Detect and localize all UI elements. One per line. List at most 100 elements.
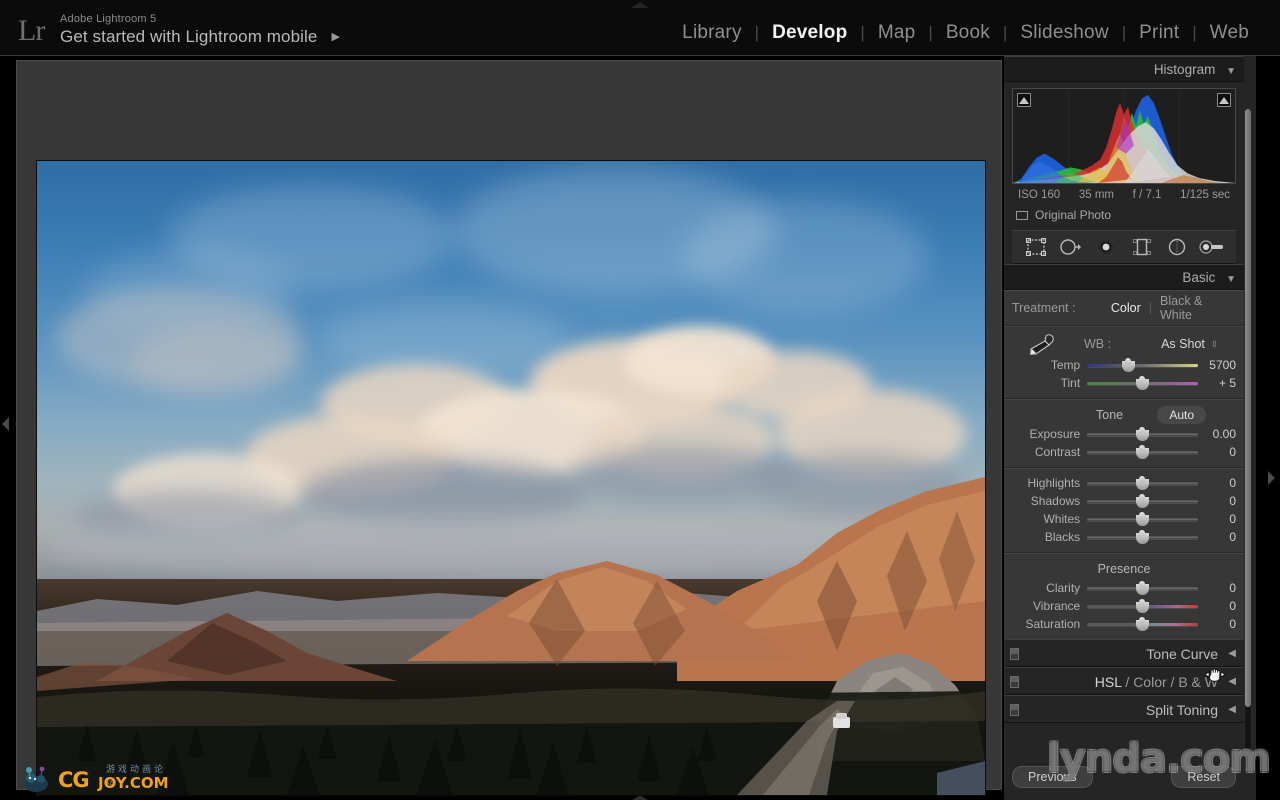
slider-track[interactable] <box>1087 617 1198 631</box>
chevron-left-icon[interactable]: ◀ <box>1228 696 1236 724</box>
scrollbar-thumb[interactable] <box>1245 109 1251 707</box>
slider-handle[interactable] <box>1135 581 1149 595</box>
presence-title: Presence <box>1097 562 1151 576</box>
treatment-option-color[interactable]: Color <box>1103 301 1149 315</box>
slider-saturation[interactable]: Saturation 0 <box>1004 615 1244 633</box>
histogram-panel-header[interactable]: Histogram ▼ <box>1004 56 1244 82</box>
chevron-left-icon[interactable]: ◀ <box>1228 668 1236 696</box>
panel-switch-icon[interactable] <box>1010 704 1019 716</box>
reset-button[interactable]: Reset <box>1171 766 1236 788</box>
red-eye-correction-icon[interactable] <box>1091 234 1121 260</box>
slider-value[interactable]: 0 <box>1198 581 1236 595</box>
slider-value[interactable]: 0 <box>1198 512 1236 526</box>
wb-spinner-icon[interactable]: ⇳ <box>1211 339 1219 349</box>
slider-value[interactable]: 0.00 <box>1198 427 1236 441</box>
slider-whites[interactable]: Whites 0 <box>1004 510 1244 528</box>
activity-title-row[interactable]: Get started with Lightroom mobile ▶ <box>60 26 340 48</box>
wb-value[interactable]: As Shot <box>1161 337 1205 351</box>
slider-value[interactable]: + 5 <box>1198 376 1236 390</box>
shadow-clipping-indicator[interactable] <box>1017 93 1031 107</box>
slider-track[interactable] <box>1087 445 1198 459</box>
module-library[interactable]: Library <box>669 22 754 44</box>
tone-curve-title: Tone Curve <box>1146 646 1218 662</box>
module-slideshow[interactable]: Slideshow <box>1007 22 1121 44</box>
chevron-down-icon[interactable]: ▼ <box>1226 59 1236 85</box>
treatment-option-bw[interactable]: Black & White <box>1152 294 1236 322</box>
tool-strip[interactable] <box>1012 230 1236 264</box>
slider-value[interactable]: 0 <box>1198 445 1236 459</box>
slider-value[interactable]: 0 <box>1198 530 1236 544</box>
slider-track[interactable] <box>1087 530 1198 544</box>
previous-button[interactable]: Previous <box>1012 766 1093 788</box>
adjustment-brush-icon[interactable] <box>1197 234 1227 260</box>
slider-clarity[interactable]: Clarity 0 <box>1004 579 1244 597</box>
slider-handle[interactable] <box>1121 358 1135 372</box>
slider-track[interactable] <box>1087 512 1198 526</box>
slider-handle[interactable] <box>1135 427 1149 441</box>
slider-value[interactable]: 0 <box>1198 617 1236 631</box>
slider-track[interactable] <box>1087 427 1198 441</box>
split-toning-panel-header[interactable]: Split Toning ◀ <box>1004 695 1244 723</box>
slider-shadows[interactable]: Shadows 0 <box>1004 492 1244 510</box>
slider-contrast[interactable]: Contrast 0 <box>1004 443 1244 461</box>
slider-highlights[interactable]: Highlights 0 <box>1004 474 1244 492</box>
hsl-tab-color[interactable]: Color <box>1133 674 1166 690</box>
slider-value[interactable]: 0 <box>1198 599 1236 613</box>
right-panel-scrollbar[interactable] <box>1244 108 1252 770</box>
wb-row[interactable]: WB : As Shot ⇳ <box>1004 332 1244 356</box>
right-panel-toggle[interactable] <box>1268 466 1278 490</box>
chevron-left-icon[interactable]: ◀ <box>1228 640 1236 668</box>
slider-exposure[interactable]: Exposure 0.00 <box>1004 425 1244 443</box>
slider-tint[interactable]: Tint + 5 <box>1004 374 1244 392</box>
top-panel-toggle[interactable] <box>631 2 649 8</box>
graduated-filter-icon[interactable] <box>1127 234 1157 260</box>
play-arrow-icon[interactable]: ▶ <box>331 26 340 48</box>
basic-panel-header[interactable]: Basic ▼ <box>1004 264 1244 290</box>
slider-value[interactable]: 5700 <box>1198 358 1236 372</box>
spot-removal-icon[interactable] <box>1056 234 1086 260</box>
treatment-section: Treatment : Color | Black & White <box>1004 291 1244 326</box>
slider-track[interactable] <box>1087 376 1198 390</box>
slider-value[interactable]: 0 <box>1198 476 1236 490</box>
module-web[interactable]: Web <box>1197 22 1262 44</box>
slider-handle[interactable] <box>1135 376 1149 390</box>
module-map[interactable]: Map <box>865 22 929 44</box>
module-book[interactable]: Book <box>933 22 1003 44</box>
slider-track[interactable] <box>1087 599 1198 613</box>
module-develop[interactable]: Develop <box>759 22 860 44</box>
filmstrip-toggle[interactable] <box>632 795 648 800</box>
image-stage[interactable] <box>16 60 1002 795</box>
histogram-graph[interactable] <box>1012 88 1236 184</box>
slider-handle[interactable] <box>1135 476 1149 490</box>
original-photo-source[interactable]: Original Photo <box>1004 201 1244 230</box>
chevron-down-icon[interactable]: ▼ <box>1226 267 1236 293</box>
slider-track[interactable] <box>1087 476 1198 490</box>
slider-handle[interactable] <box>1135 599 1149 613</box>
slider-handle[interactable] <box>1135 530 1149 544</box>
crop-overlay-icon[interactable] <box>1021 234 1051 260</box>
photo-preview[interactable] <box>37 161 985 795</box>
auto-tone-button[interactable]: Auto <box>1157 406 1206 424</box>
treatment-row[interactable]: Treatment : Color | Black & White <box>1004 294 1244 322</box>
slider-track[interactable] <box>1087 358 1198 372</box>
hsl-tab-hsl[interactable]: HSL <box>1095 674 1122 690</box>
slider-handle[interactable] <box>1135 617 1149 631</box>
highlight-clipping-indicator[interactable] <box>1217 93 1231 107</box>
panel-switch-icon[interactable] <box>1010 676 1019 688</box>
left-panel-toggle[interactable] <box>2 412 12 436</box>
slider-track[interactable] <box>1087 581 1198 595</box>
module-picker[interactable]: Library | Develop | Map | Book | Slidesh… <box>669 22 1262 44</box>
slider-handle[interactable] <box>1135 512 1149 526</box>
slider-value[interactable]: 0 <box>1198 494 1236 508</box>
white-balance-selector-icon[interactable] <box>1022 334 1056 359</box>
slider-blacks[interactable]: Blacks 0 <box>1004 528 1244 546</box>
panel-switch-icon[interactable] <box>1010 648 1019 660</box>
slider-handle[interactable] <box>1135 494 1149 508</box>
module-print[interactable]: Print <box>1126 22 1192 44</box>
slider-vibrance[interactable]: Vibrance 0 <box>1004 597 1244 615</box>
slider-track[interactable] <box>1087 494 1198 508</box>
radial-filter-icon[interactable] <box>1162 234 1192 260</box>
exif-aperture: f / 7.1 <box>1132 189 1162 201</box>
slider-handle[interactable] <box>1135 445 1149 459</box>
identity-plate[interactable]: Lr Adobe Lightroom 5 Get started with Li… <box>18 8 340 48</box>
